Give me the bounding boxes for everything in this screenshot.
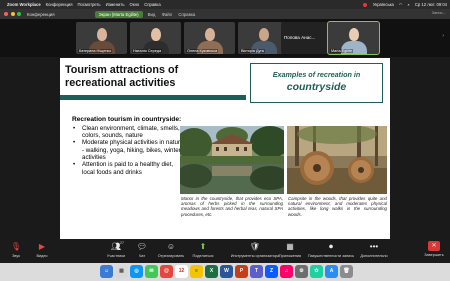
minimize-window-icon[interactable] [10,12,15,16]
help-menu[interactable]: Справка [178,12,195,17]
finder-icon[interactable]: ☺ [100,265,113,278]
record-icon: ⏺ [329,242,333,251]
excel-icon[interactable]: X [205,265,218,278]
avatar [258,28,269,41]
manor-caption: Manor in the countryside, that provides … [181,196,283,217]
menu-item-window[interactable]: Окно [130,2,140,7]
settings-icon[interactable]: ⚙ [295,265,308,278]
avatar [348,28,359,41]
more-icon: ••• [369,242,379,251]
participant-tile[interactable]: Олена Куковська [184,22,235,54]
end-meeting-button[interactable]: ✕ Завершить [418,241,450,257]
word-icon[interactable]: W [220,265,233,278]
clock[interactable]: Ср 12 лют. 09:04 [415,2,447,7]
title-underline-bar [60,95,246,100]
body-heading: Recreation tourism in countryside: [72,116,182,123]
examples-box-line2: countryside [286,81,347,93]
keyboard-language[interactable]: Українська [373,2,394,7]
meeting-toolbar: 🎙︎ Звук ▶ Видео 👥︎ 27 Участники 💬︎ Чат ☺… [0,239,450,263]
share-icon: ⬆ [199,242,207,251]
screen-share-badge[interactable]: Экран (Marta Egilite) [94,10,143,18]
window-titlebar: Конференция Экран (Marta Egilite) Вид Фа… [0,9,450,19]
participant-tile-active-speaker[interactable]: Marta Egilite [327,21,380,55]
share-label: Поделиться [192,254,214,258]
wifi-icon[interactable]: ◠ [399,2,403,7]
record-button[interactable]: ⏺ Пазушественности запись [304,241,358,258]
manor-photo [180,126,284,194]
notes-icon[interactable]: ≡ [190,265,203,278]
participant-name: Marta Egilite [330,49,354,53]
close-window-icon[interactable] [4,12,8,16]
music-icon[interactable]: ♫ [280,265,293,278]
slide-body: Recreation tourism in countryside: Clean… [72,116,184,176]
gallery-next-icon[interactable]: › [442,33,444,39]
participant-name: Попова Анас... [284,35,316,40]
menu-item-conference[interactable]: Конференция [46,2,73,7]
record-label: Пазушественности запись [307,254,355,258]
avatar [150,28,161,41]
end-icon: ✕ [428,241,440,251]
zoom-icon[interactable]: Z [265,265,278,278]
menu-item-edit[interactable]: Изменить [106,2,125,7]
slide-title: Tourism attractions of recreational acti… [65,64,179,89]
zoom-window-icon[interactable] [17,12,21,16]
file-menu[interactable]: Файл [162,12,173,17]
window-title: Конференция [27,11,55,17]
end-label: Завершить [424,253,444,257]
participant-name: Наталія Середа [132,49,163,53]
more-label: Дополнительно [360,254,388,258]
app-name[interactable]: Zoom Workplace [7,2,41,7]
list-item: Moderate physical activities in nature -… [72,139,184,161]
apps-label: Приложения [278,254,302,258]
dock: ☺ ▦ ◎ ✉ @ 12 ≡ X W P T Z ♫ ⚙ ✿ A 🗑︎ [0,263,450,281]
share-button[interactable]: ⬆ Поделиться [183,241,223,258]
campsite-photo [287,126,387,194]
more-button[interactable]: ••• Дополнительно [354,241,394,258]
recording-label[interactable]: Запис... [432,10,446,15]
participant-strip: Катерина Ніщенко Наталія Середа Олена Ку… [0,19,450,57]
mail-icon[interactable]: @ [160,265,173,278]
presentation-slide: Tourism attractions of recreational acti… [60,58,390,244]
video-button[interactable]: ▶ Видео [22,241,62,258]
video-label: Видео [36,254,48,258]
menu-bar: Zoom Workplace Конференция Посмотреть Из… [0,0,450,9]
chat-label: Чат [138,254,146,258]
recording-indicator-icon [362,2,368,7]
examples-box: Examples of recreation in countryside [250,63,383,103]
store-icon[interactable]: A [325,265,338,278]
react-label: Отреагировать [157,254,185,258]
campsite-caption: Campsite in the woods, that provides qui… [288,196,387,217]
calendar-icon[interactable]: 12 [175,265,188,278]
photos-icon[interactable]: ✿ [310,265,323,278]
examples-box-line1: Examples of recreation in [272,70,361,79]
launchpad-icon[interactable]: ▦ [115,265,128,278]
participant-tile[interactable]: Наталія Середа [130,22,181,54]
trash-icon[interactable]: 🗑︎ [340,265,353,278]
list-item: Clean environment, climate, smells, colo… [72,125,184,139]
avatar [204,28,215,41]
messages-icon[interactable]: ✉ [145,265,158,278]
participant-name: Катерина Ніщенко [78,49,113,53]
avatar [96,28,107,41]
teams-icon[interactable]: T [250,265,263,278]
list-item: Attention is paid to a healthy diet, loc… [72,161,184,175]
powerpoint-icon[interactable]: P [235,265,248,278]
window-controls [4,12,21,16]
audio-label: Звук [12,254,20,258]
menu-item-help[interactable]: Справка [144,2,160,7]
menu-item-view[interactable]: Посмотреть [78,2,101,7]
participant-tile[interactable]: Попова Анас... [281,22,332,54]
participant-name: Олена Куковська [186,49,219,53]
view-menu[interactable]: Вид [148,12,156,17]
safari-icon[interactable]: ◎ [130,265,143,278]
bullet-list: Clean environment, climate, smells, colo… [72,125,184,176]
participant-tile[interactable]: Катерина Ніщенко [76,22,127,54]
video-off-icon: ▶ [38,242,46,251]
shared-screen: Tourism attractions of recreational acti… [0,57,450,263]
search-icon[interactable]: ⌕ [408,2,410,7]
participant-name: Вікторія Дуга [240,49,265,53]
